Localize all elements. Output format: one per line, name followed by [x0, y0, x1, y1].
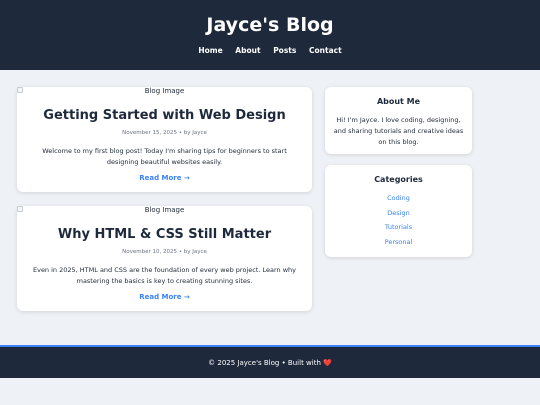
category-item: Personal [325, 238, 472, 253]
main-nav: Home About Posts Contact [0, 46, 540, 55]
read-more-link[interactable]: Read More → [17, 174, 312, 182]
categories-title: Categories [374, 175, 423, 184]
nav-home-link[interactable]: Home [198, 46, 222, 55]
category-item: Coding [325, 194, 472, 209]
category-link-coding[interactable]: Coding [387, 194, 410, 202]
read-more-link[interactable]: Read More → [17, 293, 312, 301]
site-header: Jayce's Blog Home About Posts Contact [0, 0, 540, 70]
site-footer: © 2025 Jayce's Blog • Built with ❤️ [0, 345, 540, 378]
category-link-design[interactable]: Design [387, 209, 409, 217]
post-meta: November 10, 2025 • by Jayce [122, 249, 207, 255]
post-image-alt: Blog Image [144, 206, 185, 214]
category-item: Design [325, 209, 472, 224]
category-link-personal[interactable]: Personal [385, 238, 413, 246]
about-text: Hi! I'm Jayce. I love coding, designing,… [333, 116, 464, 146]
categories-widget: Categories Coding Design Tutorials Perso… [325, 165, 472, 257]
post-card: Blog Image Getting Started with Web Desi… [17, 87, 312, 192]
post-image: Blog Image [17, 87, 312, 97]
post-card: Blog Image Why HTML & CSS Still Matter N… [17, 206, 312, 311]
post-title[interactable]: Why HTML & CSS Still Matter [17, 227, 312, 242]
about-widget: About Me Hi! I'm Jayce. I love coding, d… [325, 87, 472, 154]
post-excerpt: Even in 2025, HTML and CSS are the found… [32, 266, 297, 285]
categories-list: Coding Design Tutorials Personal [325, 194, 472, 252]
about-title: About Me [376, 97, 421, 106]
post-excerpt: Welcome to my first blog post! Today I'm… [42, 147, 287, 166]
category-item: Tutorials [325, 223, 472, 238]
nav-contact-link[interactable]: Contact [309, 46, 342, 55]
post-image-alt: Blog Image [144, 87, 185, 95]
post-title[interactable]: Getting Started with Web Design [17, 108, 312, 123]
broken-image-icon [17, 87, 23, 93]
site-title: Jayce's Blog [206, 14, 334, 36]
post-meta: November 15, 2025 • by Jayce [122, 130, 207, 136]
category-link-tutorials[interactable]: Tutorials [385, 223, 412, 231]
nav-posts-link[interactable]: Posts [273, 46, 296, 55]
post-image: Blog Image [17, 206, 312, 216]
footer-text: © 2025 Jayce's Blog • Built with ❤️ [208, 359, 332, 367]
nav-about-link[interactable]: About [235, 46, 260, 55]
broken-image-icon [17, 206, 23, 212]
